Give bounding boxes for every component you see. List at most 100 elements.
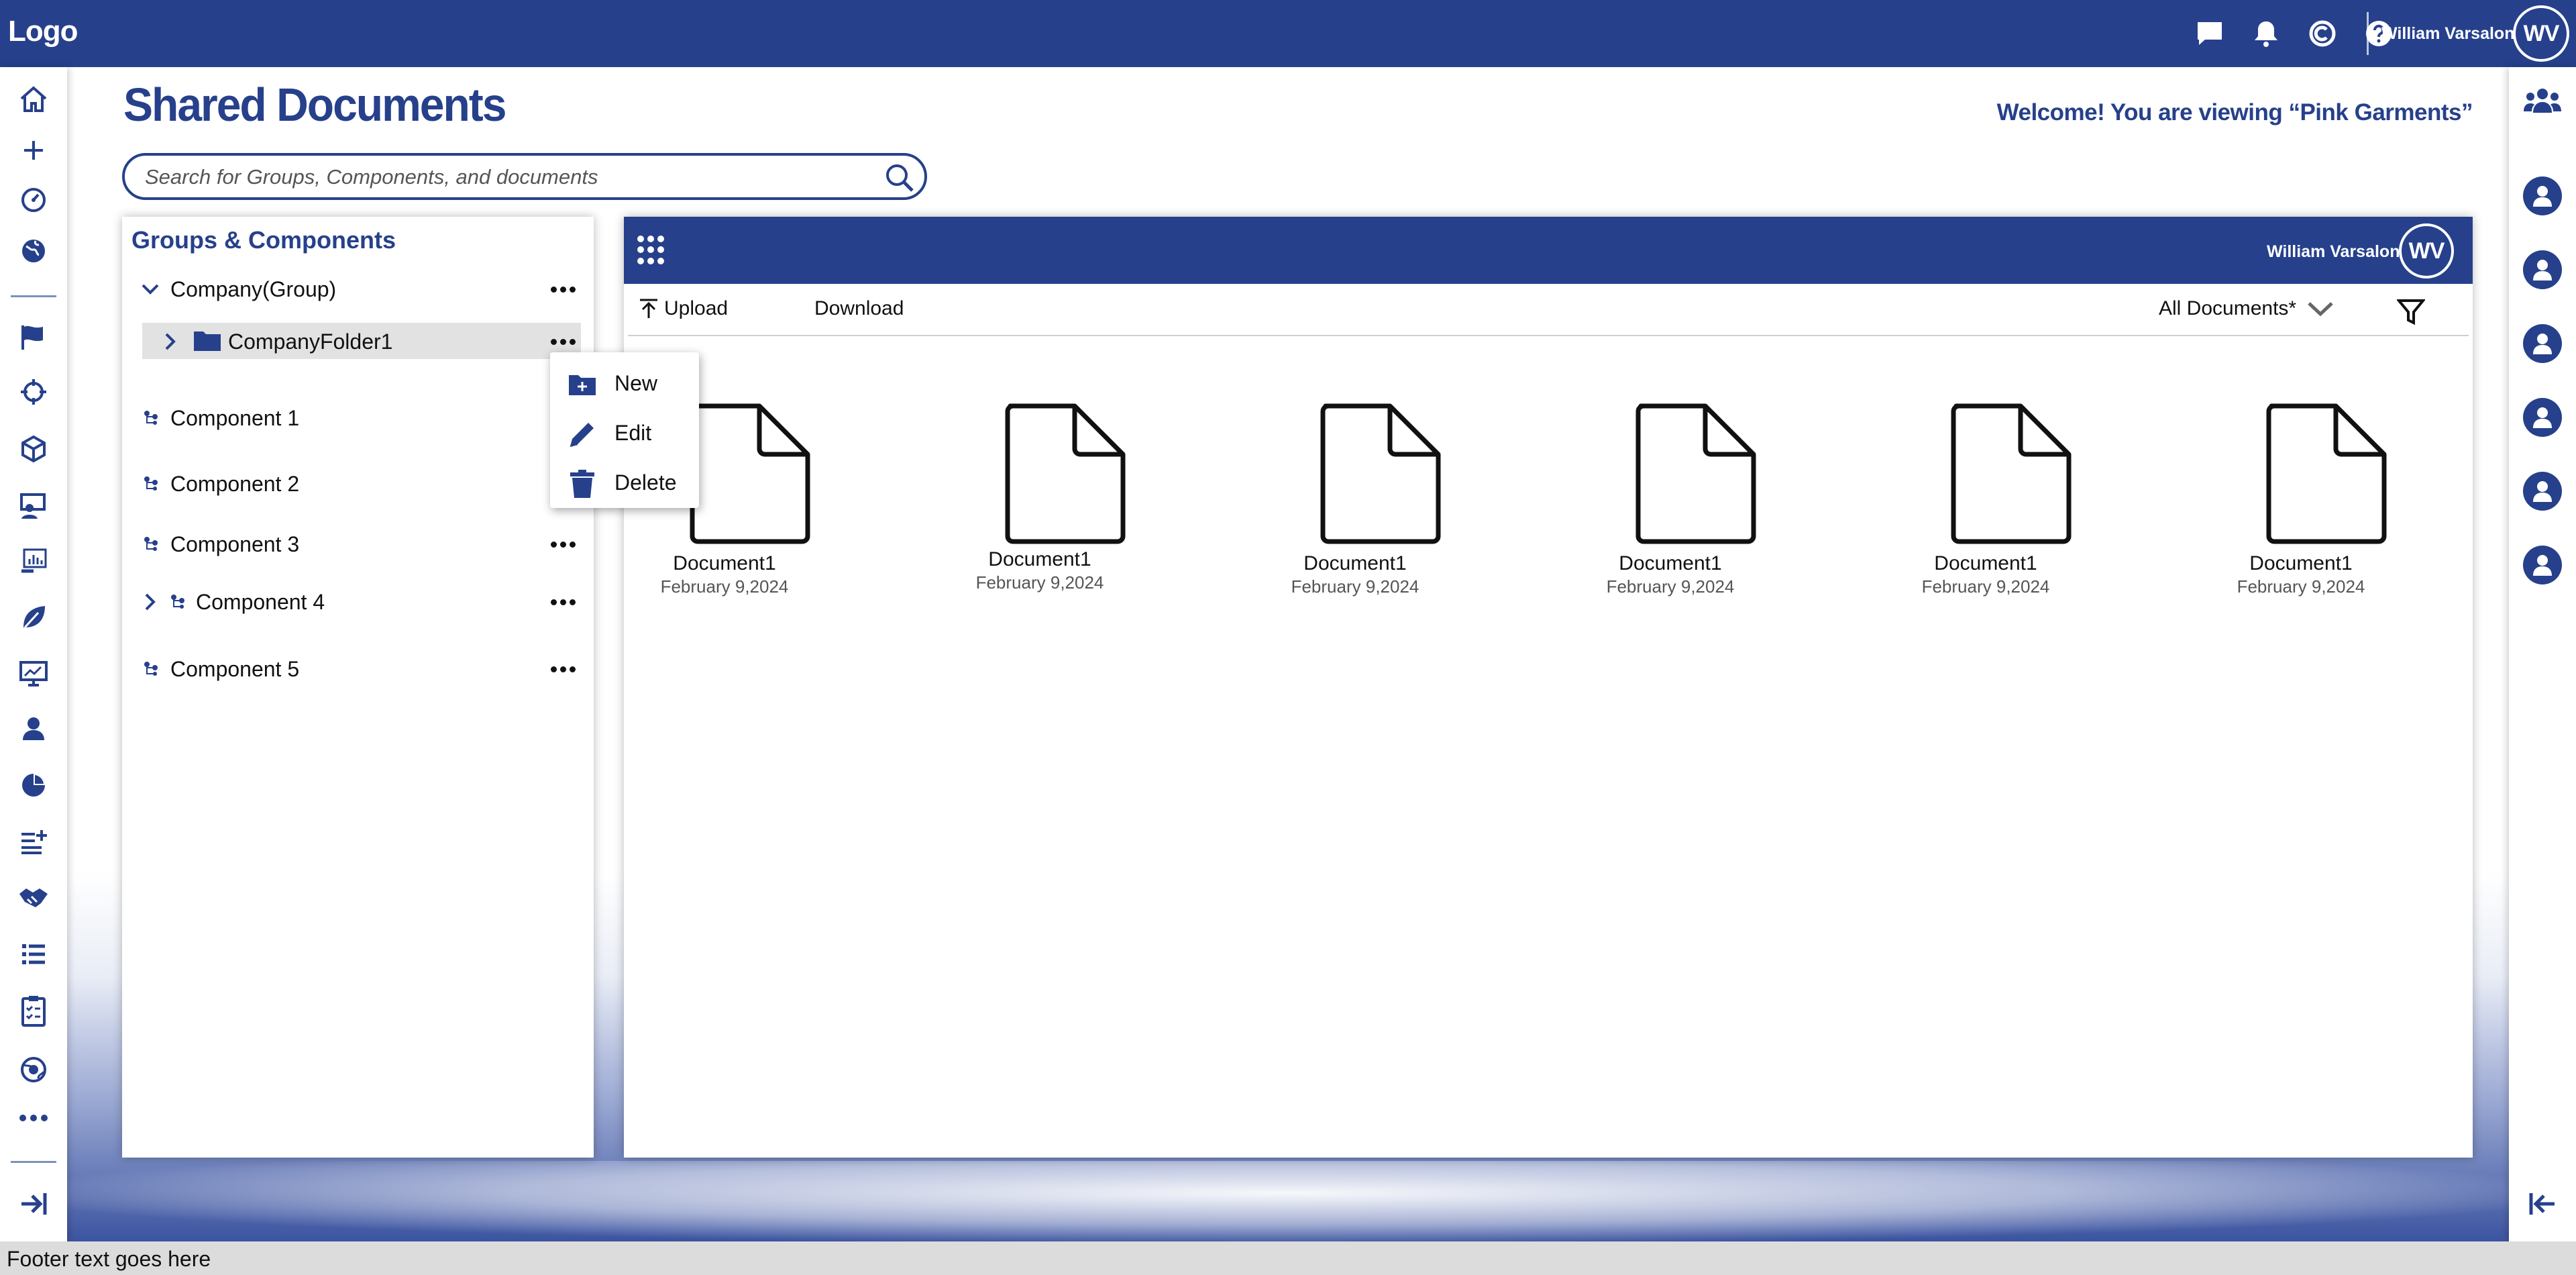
list-icon[interactable] [17, 938, 50, 970]
document-date: February 9,2024 [660, 576, 789, 597]
monitor-chart-icon[interactable] [17, 658, 50, 690]
background-glow [67, 1161, 2509, 1241]
page-title: Shared Documents [123, 79, 506, 131]
gauge-icon[interactable] [17, 183, 50, 215]
logo[interactable]: Logo [8, 15, 78, 48]
collapse-left-icon[interactable] [2522, 1184, 2563, 1224]
apps-grid-icon[interactable] [637, 236, 667, 265]
component-label: Component 2 [170, 472, 300, 496]
chevron-right-icon[interactable] [160, 331, 181, 352]
document-date: February 9,2024 [975, 572, 1104, 593]
documents-filter-value: All Documents* [2159, 297, 2297, 319]
component-icon [169, 593, 186, 610]
plus-icon[interactable] [17, 134, 50, 166]
tree-row-component[interactable]: Component 2 [122, 465, 594, 503]
document-card[interactable]: Document1 February 9,2024 [1885, 403, 2086, 618]
document-icon [1005, 403, 1126, 544]
sidebar-divider [11, 295, 56, 297]
handshake-icon[interactable] [17, 882, 50, 914]
user-icon[interactable] [17, 713, 50, 745]
tree-row-component[interactable]: Component 3 [122, 525, 594, 563]
list-add-icon[interactable] [17, 825, 50, 858]
filter-icon[interactable] [2395, 296, 2427, 328]
flag-icon[interactable] [17, 321, 50, 353]
component-icon [142, 409, 160, 426]
chat-icon[interactable] [2194, 17, 2226, 50]
team-icon[interactable] [2522, 81, 2563, 121]
more-icon[interactable] [17, 1102, 50, 1134]
menu-item-delete[interactable]: Delete [550, 458, 699, 505]
collapse-right-icon[interactable] [17, 1188, 50, 1220]
document-card[interactable]: Document1 February 9,2024 [1570, 403, 1771, 618]
chevron-down-icon[interactable] [140, 278, 161, 300]
upload-label: Upload [664, 297, 729, 319]
menu-item-edit[interactable]: Edit [550, 409, 699, 456]
tree-row-folder[interactable]: CompanyFolder1 [122, 323, 594, 360]
leaf-icon[interactable] [17, 601, 50, 633]
user-avatar[interactable]: WV [2513, 5, 2569, 62]
chevron-right-icon[interactable] [140, 591, 161, 613]
document-card[interactable]: Document1 February 9,2024 [1254, 403, 1456, 618]
tree-row-group[interactable]: Company(Group) [122, 270, 594, 308]
document-card[interactable]: Document1 February 9,2024 [939, 403, 1140, 618]
top-divider [2367, 12, 2369, 55]
document-icon [1951, 403, 2072, 544]
folder-icon [193, 328, 221, 352]
more-options-icon[interactable] [547, 590, 579, 614]
upload-icon [640, 299, 657, 318]
person-icon[interactable] [2522, 250, 2563, 290]
download-label: Download [814, 297, 904, 319]
document-card[interactable]: Document1 February 9,2024 [2200, 403, 2402, 618]
component-label: Component 5 [170, 657, 300, 681]
document-name: Document1 [1619, 552, 1722, 574]
documents-header: William Varsalona WV [624, 217, 2473, 284]
more-options-icon[interactable] [547, 277, 579, 301]
menu-item-label: New [614, 371, 658, 395]
menu-item-new[interactable]: New [550, 359, 699, 406]
search-input[interactable] [145, 164, 856, 191]
document-icon [1320, 403, 1441, 544]
tree-row-component[interactable]: Component 5 [122, 650, 594, 688]
clipboard-icon[interactable] [17, 994, 50, 1027]
globe-icon[interactable] [17, 235, 50, 267]
right-sidebar [2509, 67, 2576, 1241]
bell-icon[interactable] [2250, 17, 2282, 50]
person-icon[interactable] [2522, 176, 2563, 216]
groups-panel-title: Groups & Components [131, 226, 396, 254]
documents-user-name[interactable]: William Varsalona [2267, 242, 2409, 262]
presenter-icon[interactable] [17, 490, 50, 522]
home-icon[interactable] [17, 83, 50, 115]
more-options-icon[interactable] [547, 532, 579, 556]
cube-icon[interactable] [17, 433, 50, 465]
chart-board-icon[interactable] [17, 545, 50, 577]
search-icon[interactable] [884, 162, 915, 193]
person-icon[interactable] [2522, 471, 2563, 511]
folder-label: CompanyFolder1 [228, 329, 393, 354]
documents-filter-select[interactable]: All Documents* [2159, 297, 2334, 320]
person-icon[interactable] [2522, 545, 2563, 585]
person-icon[interactable] [2522, 323, 2563, 364]
welcome-prefix: Welcome! You are viewing [1996, 99, 2283, 125]
document-name: Document1 [1303, 552, 1407, 574]
document-date: February 9,2024 [1606, 576, 1735, 597]
tree-row-component[interactable]: Component 1 [122, 399, 594, 437]
pie-chart-icon[interactable] [17, 769, 50, 801]
target-icon[interactable] [17, 376, 50, 408]
document-name: Document1 [2249, 552, 2353, 574]
tree-row-component[interactable]: Component 4 [122, 583, 594, 621]
more-options-icon[interactable] [547, 657, 579, 681]
document-date: February 9,2024 [1921, 576, 2050, 597]
component-label: Component 4 [196, 590, 325, 614]
more-options-icon[interactable] [547, 329, 579, 354]
document-name: Document1 [1934, 552, 2037, 574]
documents-user-avatar[interactable]: WV [2399, 223, 2454, 278]
c-circle-icon[interactable] [2306, 17, 2339, 50]
person-icon[interactable] [2522, 397, 2563, 438]
trash-icon [568, 469, 597, 499]
download-button[interactable]: Download [814, 297, 904, 320]
pencil-icon [568, 419, 597, 449]
upload-button[interactable]: Upload [639, 297, 728, 320]
globe-settings-icon[interactable] [17, 1054, 50, 1086]
top-bar: Logo William Varsalona WV [0, 0, 2576, 67]
top-user-name[interactable]: William Varsalona [2381, 24, 2524, 44]
